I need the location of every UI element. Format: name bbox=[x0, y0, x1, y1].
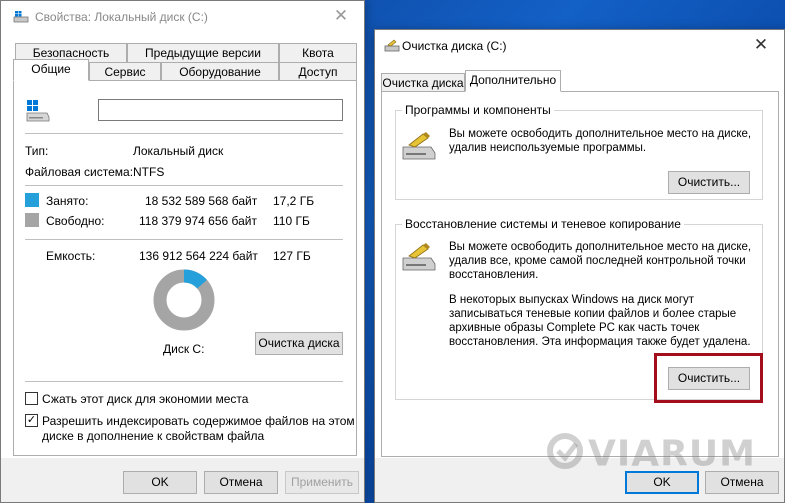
filesystem-value: NTFS bbox=[133, 165, 165, 179]
used-bytes: 18 532 589 568 байт bbox=[145, 194, 258, 208]
free-size: 110 ГБ bbox=[273, 214, 310, 228]
disk-cleanup-button[interactable]: Очистка диска bbox=[255, 332, 343, 355]
cancel-button[interactable]: Отмена bbox=[204, 471, 278, 494]
titlebar-cleanup-icon bbox=[384, 39, 400, 56]
restore-note-line1: В некоторых выпусках Windows на диск мог… bbox=[449, 294, 695, 306]
checkmark-icon: ✓ bbox=[26, 414, 37, 426]
index-checkbox[interactable]: ✓ bbox=[25, 414, 38, 427]
disk-cleanup-icon bbox=[401, 131, 437, 164]
close-icon: ✕ bbox=[333, 6, 349, 25]
properties-window-title: Свойства: Локальный диск (C:) bbox=[35, 10, 208, 24]
programs-desc-line1: Вы можете освободить дополнительное мест… bbox=[449, 128, 752, 140]
tab-service[interactable]: Сервис bbox=[89, 62, 161, 82]
windows-drive-icon bbox=[25, 97, 51, 126]
programs-cleanup-button[interactable]: Очистить... bbox=[668, 171, 750, 194]
properties-window: Свойства: Локальный диск (C:) ✕ Безопасн… bbox=[0, 0, 365, 503]
free-space-swatch bbox=[25, 213, 39, 227]
cleanup-close-button[interactable]: ✕ bbox=[738, 30, 784, 60]
cleanup-titlebar: Очистка диска (C:) ✕ bbox=[375, 30, 784, 61]
disk-cleanup-icon bbox=[401, 242, 437, 275]
watermark-text: VIARUM bbox=[588, 433, 756, 475]
filesystem-label: Файловая система: bbox=[25, 165, 134, 179]
restore-desc-line3: восстановления. bbox=[449, 269, 539, 281]
divider-1 bbox=[25, 133, 343, 134]
capacity-bytes: 136 912 564 224 байт bbox=[139, 249, 258, 263]
tab-previous-versions[interactable]: Предыдущие версии bbox=[127, 43, 279, 63]
used-label: Занято: bbox=[46, 194, 89, 208]
tab-general[interactable]: Общие bbox=[13, 59, 89, 81]
close-icon: ✕ bbox=[753, 35, 769, 54]
restore-note-line2: записываться теневые копии файлов и боле… bbox=[449, 308, 737, 320]
divider-3 bbox=[25, 239, 343, 240]
programs-desc-line2: удалив неиспользуемые программы. bbox=[449, 142, 647, 154]
ok-button[interactable]: OK bbox=[123, 471, 197, 494]
restore-cleanup-button[interactable]: Очистить... bbox=[668, 367, 750, 390]
free-bytes: 118 379 974 656 байт bbox=[139, 214, 258, 228]
restore-desc-line1: Вы можете освободить дополнительное мест… bbox=[449, 241, 752, 253]
tab-advanced[interactable]: Дополнительно bbox=[465, 70, 561, 92]
disk-usage-donut bbox=[153, 269, 215, 331]
properties-titlebar: Свойства: Локальный диск (C:) ✕ bbox=[1, 1, 364, 32]
used-size: 17,2 ГБ bbox=[273, 194, 315, 208]
apply-button[interactable]: Применить bbox=[285, 471, 359, 494]
compress-checkbox[interactable] bbox=[25, 392, 38, 405]
watermark: VIARUM bbox=[546, 432, 756, 479]
capacity-label: Емкость: bbox=[46, 249, 96, 263]
divider-4 bbox=[25, 381, 343, 382]
restore-note-line4: восстановления. Эта информация также буд… bbox=[449, 336, 751, 348]
titlebar-drive-icon bbox=[13, 10, 29, 27]
type-value: Локальный диск bbox=[133, 144, 224, 158]
cleanup-window-title: Очистка диска (C:) bbox=[402, 39, 507, 53]
programs-group-title: Программы и компоненты bbox=[402, 103, 554, 117]
tab-disk-cleanup[interactable]: Очистка диска bbox=[381, 73, 465, 93]
capacity-size: 127 ГБ bbox=[273, 249, 311, 263]
free-label: Свободно: bbox=[46, 214, 105, 228]
tab-hardware[interactable]: Оборудование bbox=[161, 62, 279, 82]
restore-desc-line2: удалив все, кроме самой последней контро… bbox=[449, 255, 746, 267]
disk-label: Диск C: bbox=[163, 342, 205, 356]
type-label: Тип: bbox=[25, 144, 49, 158]
watermark-logo-icon bbox=[546, 432, 584, 479]
restore-group-title: Восстановление системы и теневое копиров… bbox=[402, 217, 684, 231]
compress-checkbox-label: Сжать этот диск для экономии места bbox=[42, 392, 249, 406]
tab-sharing[interactable]: Доступ bbox=[279, 62, 357, 82]
drive-name-input[interactable] bbox=[98, 99, 343, 121]
divider-2 bbox=[25, 185, 343, 186]
index-checkbox-label-line1: Разрешить индексировать содержимое файло… bbox=[42, 414, 355, 428]
restore-note-line3: архивные образы Complete PC как часть то… bbox=[449, 322, 700, 334]
used-space-swatch bbox=[25, 193, 39, 207]
index-checkbox-label-line2: диске в дополнение к свойствам файла bbox=[42, 429, 265, 443]
tab-quota[interactable]: Квота bbox=[279, 43, 357, 63]
properties-close-button[interactable]: ✕ bbox=[318, 1, 364, 31]
